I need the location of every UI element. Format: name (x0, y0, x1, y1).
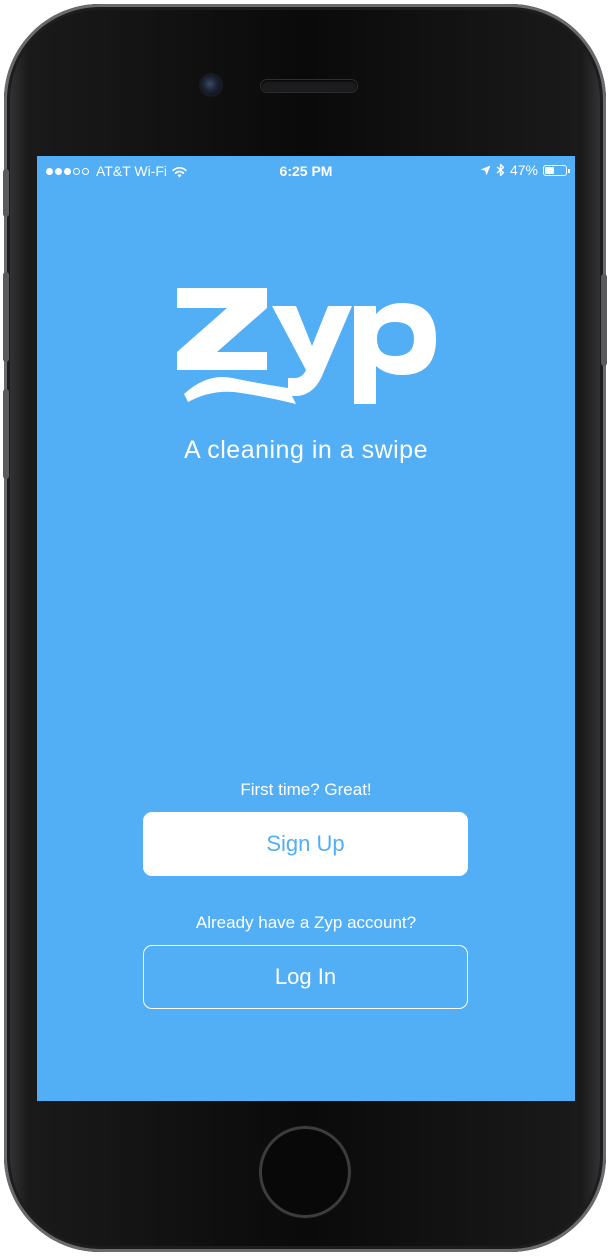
front-camera (201, 75, 221, 95)
volume-down-button (3, 389, 9, 479)
zyp-logo (177, 288, 436, 404)
status-bar-right: 47% (480, 162, 570, 178)
sign-up-button[interactable]: Sign Up (143, 812, 468, 876)
battery-icon (543, 164, 570, 176)
signup-prompt: First time? Great! (240, 780, 372, 799)
log-in-button[interactable]: Log In (143, 945, 468, 1009)
app-screen: AT&T Wi-Fi 6:25 PM 47% A cleaning in a s… (37, 156, 575, 1101)
power-button (601, 274, 607, 366)
volume-up-button (3, 272, 9, 362)
battery-percent: 47% (509, 162, 538, 178)
tagline: A cleaning in a swipe (184, 436, 428, 464)
earpiece-speaker (261, 80, 357, 92)
mute-switch (3, 169, 9, 217)
battery-fill (545, 166, 555, 174)
bluetooth-icon (496, 163, 505, 177)
location-arrow-icon (480, 165, 491, 175)
status-bar: AT&T Wi-Fi 6:25 PM 47% (37, 156, 575, 186)
home-button[interactable] (259, 1126, 351, 1218)
login-prompt: Already have a Zyp account? (195, 913, 417, 932)
